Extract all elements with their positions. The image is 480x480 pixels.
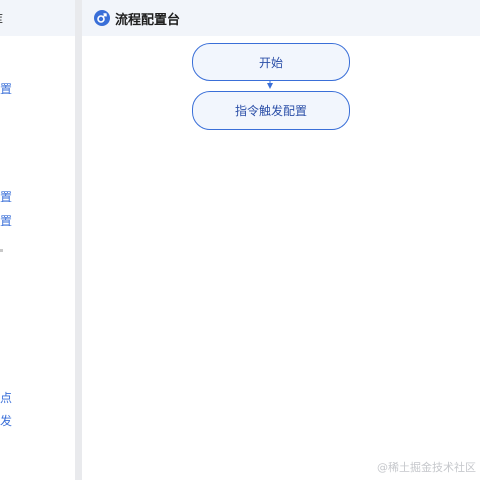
flow-logo-icon bbox=[94, 10, 110, 26]
sidebar-item-2[interactable]: 配置 bbox=[0, 189, 12, 205]
flow-connector-arrow bbox=[267, 80, 273, 89]
sidebar: 库 置 配置 置 配置 配置 置 节点 转发 bbox=[0, 0, 75, 480]
page-title: 流程配置台 bbox=[115, 13, 181, 28]
sidebar-title: 库 bbox=[0, 9, 3, 28]
sidebar-item-3[interactable]: 配置 bbox=[0, 213, 12, 229]
sidebar-item-5[interactable]: 转发 bbox=[0, 413, 12, 429]
watermark: @稀土掘金技术社区 bbox=[377, 461, 476, 474]
sidebar-item-4[interactable]: 节点 bbox=[0, 390, 12, 406]
flow-node-command-trigger-label: 指令触发配置 bbox=[234, 104, 307, 118]
app-window: 库 置 配置 置 配置 配置 置 节点 转发 流程配置台 开始 bbox=[0, 0, 480, 480]
sidebar-dot bbox=[0, 249, 3, 252]
panel-divider[interactable] bbox=[75, 0, 82, 480]
flow-node-start-label: 开始 bbox=[258, 55, 283, 70]
flow-node-command-trigger[interactable]: 指令触发配置 bbox=[192, 91, 350, 130]
main-canvas: 流程配置台 开始 指令触发配置 @稀土掘金技术社区 bbox=[82, 0, 480, 480]
flow-node-start[interactable]: 开始 bbox=[192, 43, 350, 81]
main-header: 流程配置台 bbox=[82, 0, 480, 36]
sidebar-item-1[interactable]: 配置 bbox=[0, 81, 12, 97]
sidebar-header: 库 bbox=[0, 0, 75, 36]
